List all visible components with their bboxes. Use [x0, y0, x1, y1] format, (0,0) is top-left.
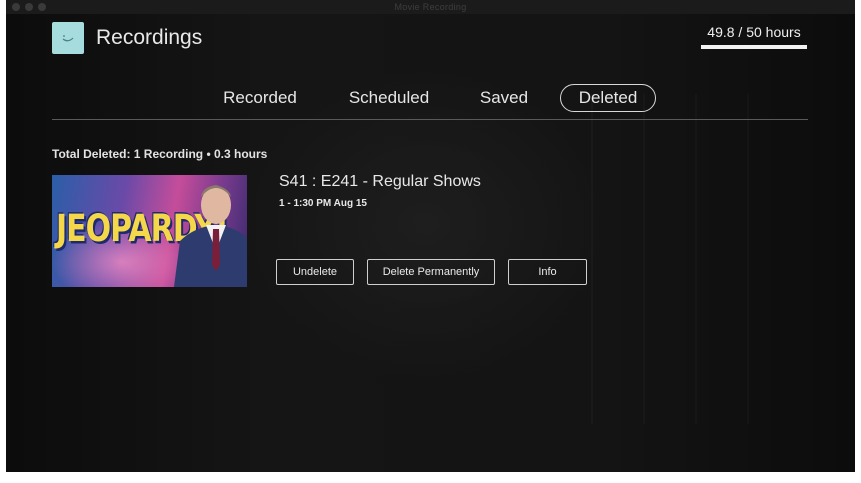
tab-recorded[interactable]: Recorded — [210, 84, 310, 112]
recording-time: 1 - 1:30 PM Aug 15 — [279, 198, 367, 209]
undelete-button[interactable]: Undelete — [276, 259, 354, 285]
recordings-tabs: Recorded Scheduled Saved Deleted — [6, 84, 855, 112]
storage-usage-bar — [701, 45, 807, 49]
app-window: Movie Recording Recordings 49.8 / 50 hou… — [6, 0, 855, 472]
info-button[interactable]: Info — [508, 259, 587, 285]
tabs-divider — [52, 119, 808, 120]
recording-title: S41 : E241 - Regular Shows — [279, 173, 481, 190]
tab-scheduled[interactable]: Scheduled — [336, 84, 442, 112]
close-window-button[interactable] — [12, 3, 20, 11]
storage-usage-text: 49.8 / 50 hours — [707, 24, 801, 40]
page-title: Recordings — [96, 26, 203, 49]
zoom-window-button[interactable] — [38, 3, 46, 11]
delete-permanently-button[interactable]: Delete Permanently — [367, 259, 495, 285]
window-title: Movie Recording — [394, 2, 467, 12]
tab-deleted[interactable]: Deleted — [560, 84, 656, 112]
smile-icon — [62, 35, 74, 42]
tab-saved[interactable]: Saved — [468, 84, 540, 112]
storage-usage-fill — [701, 45, 807, 49]
window-titlebar: Movie Recording — [6, 0, 855, 14]
host-image — [174, 185, 247, 287]
deleted-summary: Total Deleted: 1 Recording • 0.3 hours — [52, 147, 268, 161]
recording-thumbnail[interactable]: JEOPARDY! — [52, 175, 247, 287]
window-controls — [12, 3, 46, 11]
minimize-window-button[interactable] — [25, 3, 33, 11]
app-logo — [52, 22, 84, 54]
